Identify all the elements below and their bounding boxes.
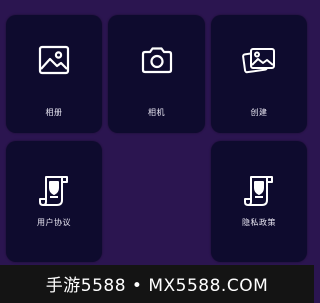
create-tile[interactable]: 创建: [211, 15, 307, 133]
image-icon: [38, 45, 70, 75]
album-tile[interactable]: 相册: [6, 15, 102, 133]
privacy-policy-label: 隐私政策: [242, 218, 276, 227]
watermark-text: 手游5588 • MX5588.COM: [45, 276, 269, 296]
scroll-document-icon: [244, 176, 273, 206]
user-agreement-label: 用户协议: [37, 218, 71, 227]
images-stack-icon: [242, 48, 275, 74]
album-label: 相册: [45, 108, 63, 117]
privacy-policy-tile[interactable]: 隐私政策: [211, 141, 307, 262]
camera-icon: [141, 47, 172, 74]
camera-label: 相机: [148, 108, 165, 117]
camera-tile[interactable]: 相机: [108, 15, 205, 133]
create-label: 创建: [250, 108, 268, 117]
scroll-document-icon: [39, 176, 68, 206]
user-agreement-tile[interactable]: 用户协议: [6, 141, 102, 262]
